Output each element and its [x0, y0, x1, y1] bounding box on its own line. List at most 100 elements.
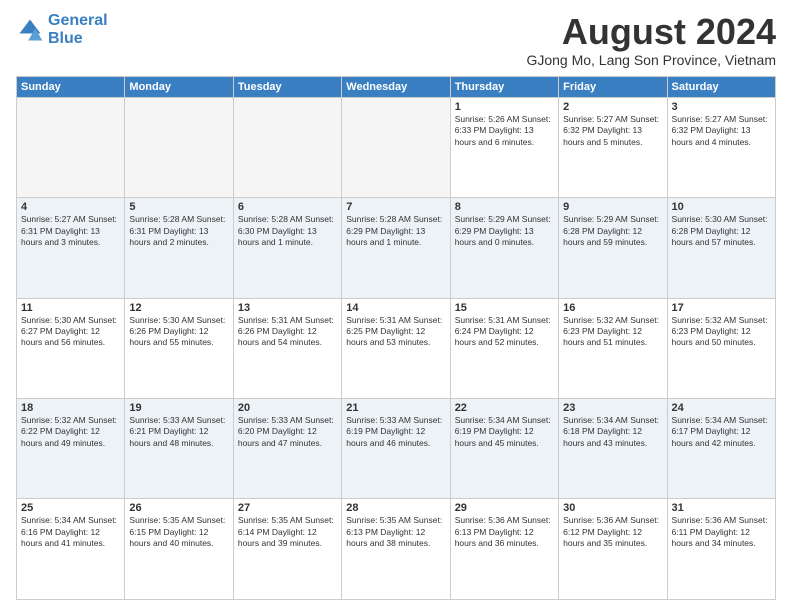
day-number: 24 — [672, 402, 771, 414]
calendar-cell: 20Sunrise: 5:33 AM Sunset: 6:20 PM Dayli… — [233, 399, 341, 499]
day-info: Sunrise: 5:32 AM Sunset: 6:23 PM Dayligh… — [672, 315, 771, 349]
calendar-cell: 12Sunrise: 5:30 AM Sunset: 6:26 PM Dayli… — [125, 298, 233, 398]
main-title: August 2024 — [526, 12, 776, 52]
day-info: Sunrise: 5:31 AM Sunset: 6:25 PM Dayligh… — [346, 315, 445, 349]
day-number: 3 — [672, 101, 771, 113]
calendar-cell: 21Sunrise: 5:33 AM Sunset: 6:19 PM Dayli… — [342, 399, 450, 499]
day-number: 25 — [21, 502, 120, 514]
calendar-cell: 30Sunrise: 5:36 AM Sunset: 6:12 PM Dayli… — [559, 499, 667, 600]
day-info: Sunrise: 5:34 AM Sunset: 6:17 PM Dayligh… — [672, 415, 771, 449]
calendar-cell: 17Sunrise: 5:32 AM Sunset: 6:23 PM Dayli… — [667, 298, 775, 398]
calendar-cell: 28Sunrise: 5:35 AM Sunset: 6:13 PM Dayli… — [342, 499, 450, 600]
day-info: Sunrise: 5:36 AM Sunset: 6:11 PM Dayligh… — [672, 515, 771, 549]
day-number: 18 — [21, 402, 120, 414]
day-number: 27 — [238, 502, 337, 514]
day-info: Sunrise: 5:31 AM Sunset: 6:24 PM Dayligh… — [455, 315, 554, 349]
day-number: 26 — [129, 502, 228, 514]
calendar-week-4: 18Sunrise: 5:32 AM Sunset: 6:22 PM Dayli… — [17, 399, 776, 499]
calendar-cell: 5Sunrise: 5:28 AM Sunset: 6:31 PM Daylig… — [125, 198, 233, 298]
day-number: 14 — [346, 302, 445, 314]
day-info: Sunrise: 5:35 AM Sunset: 6:13 PM Dayligh… — [346, 515, 445, 549]
calendar-cell: 2Sunrise: 5:27 AM Sunset: 6:32 PM Daylig… — [559, 97, 667, 197]
calendar-header-row: SundayMondayTuesdayWednesdayThursdayFrid… — [17, 76, 776, 97]
day-info: Sunrise: 5:33 AM Sunset: 6:21 PM Dayligh… — [129, 415, 228, 449]
logo: General Blue — [16, 12, 108, 47]
day-info: Sunrise: 5:29 AM Sunset: 6:29 PM Dayligh… — [455, 214, 554, 248]
calendar-cell: 6Sunrise: 5:28 AM Sunset: 6:30 PM Daylig… — [233, 198, 341, 298]
day-info: Sunrise: 5:34 AM Sunset: 6:18 PM Dayligh… — [563, 415, 662, 449]
day-number: 5 — [129, 201, 228, 213]
day-info: Sunrise: 5:36 AM Sunset: 6:12 PM Dayligh… — [563, 515, 662, 549]
calendar-cell: 25Sunrise: 5:34 AM Sunset: 6:16 PM Dayli… — [17, 499, 125, 600]
day-number: 17 — [672, 302, 771, 314]
day-number: 12 — [129, 302, 228, 314]
calendar-cell: 9Sunrise: 5:29 AM Sunset: 6:28 PM Daylig… — [559, 198, 667, 298]
day-number: 28 — [346, 502, 445, 514]
day-info: Sunrise: 5:35 AM Sunset: 6:14 PM Dayligh… — [238, 515, 337, 549]
calendar-cell: 10Sunrise: 5:30 AM Sunset: 6:28 PM Dayli… — [667, 198, 775, 298]
day-number: 2 — [563, 101, 662, 113]
day-info: Sunrise: 5:33 AM Sunset: 6:20 PM Dayligh… — [238, 415, 337, 449]
page: General Blue August 2024 GJong Mo, Lang … — [0, 0, 792, 612]
calendar-week-5: 25Sunrise: 5:34 AM Sunset: 6:16 PM Dayli… — [17, 499, 776, 600]
calendar-cell — [17, 97, 125, 197]
logo-icon — [16, 16, 44, 44]
day-info: Sunrise: 5:36 AM Sunset: 6:13 PM Dayligh… — [455, 515, 554, 549]
calendar-header-tuesday: Tuesday — [233, 76, 341, 97]
calendar-cell: 29Sunrise: 5:36 AM Sunset: 6:13 PM Dayli… — [450, 499, 558, 600]
day-info: Sunrise: 5:32 AM Sunset: 6:22 PM Dayligh… — [21, 415, 120, 449]
day-info: Sunrise: 5:27 AM Sunset: 6:31 PM Dayligh… — [21, 214, 120, 248]
day-info: Sunrise: 5:27 AM Sunset: 6:32 PM Dayligh… — [563, 114, 662, 148]
calendar-week-1: 1Sunrise: 5:26 AM Sunset: 6:33 PM Daylig… — [17, 97, 776, 197]
calendar-cell: 11Sunrise: 5:30 AM Sunset: 6:27 PM Dayli… — [17, 298, 125, 398]
day-number: 19 — [129, 402, 228, 414]
calendar-cell — [233, 97, 341, 197]
calendar-cell: 18Sunrise: 5:32 AM Sunset: 6:22 PM Dayli… — [17, 399, 125, 499]
day-info: Sunrise: 5:34 AM Sunset: 6:16 PM Dayligh… — [21, 515, 120, 549]
calendar-cell: 24Sunrise: 5:34 AM Sunset: 6:17 PM Dayli… — [667, 399, 775, 499]
logo-line2: Blue — [48, 30, 83, 47]
day-number: 20 — [238, 402, 337, 414]
calendar-cell: 27Sunrise: 5:35 AM Sunset: 6:14 PM Dayli… — [233, 499, 341, 600]
day-number: 23 — [563, 402, 662, 414]
logo-line1: General — [48, 12, 108, 29]
calendar-cell: 26Sunrise: 5:35 AM Sunset: 6:15 PM Dayli… — [125, 499, 233, 600]
calendar-header-wednesday: Wednesday — [342, 76, 450, 97]
calendar-header-saturday: Saturday — [667, 76, 775, 97]
header: General Blue August 2024 GJong Mo, Lang … — [16, 12, 776, 68]
calendar-cell: 15Sunrise: 5:31 AM Sunset: 6:24 PM Dayli… — [450, 298, 558, 398]
day-info: Sunrise: 5:34 AM Sunset: 6:19 PM Dayligh… — [455, 415, 554, 449]
day-number: 15 — [455, 302, 554, 314]
calendar-table: SundayMondayTuesdayWednesdayThursdayFrid… — [16, 76, 776, 600]
day-number: 8 — [455, 201, 554, 213]
calendar-cell — [125, 97, 233, 197]
calendar-cell: 1Sunrise: 5:26 AM Sunset: 6:33 PM Daylig… — [450, 97, 558, 197]
day-info: Sunrise: 5:28 AM Sunset: 6:30 PM Dayligh… — [238, 214, 337, 248]
day-number: 10 — [672, 201, 771, 213]
day-number: 13 — [238, 302, 337, 314]
title-block: August 2024 GJong Mo, Lang Son Province,… — [526, 12, 776, 68]
calendar-cell: 16Sunrise: 5:32 AM Sunset: 6:23 PM Dayli… — [559, 298, 667, 398]
day-info: Sunrise: 5:30 AM Sunset: 6:27 PM Dayligh… — [21, 315, 120, 349]
calendar-cell: 19Sunrise: 5:33 AM Sunset: 6:21 PM Dayli… — [125, 399, 233, 499]
calendar-cell: 4Sunrise: 5:27 AM Sunset: 6:31 PM Daylig… — [17, 198, 125, 298]
day-number: 31 — [672, 502, 771, 514]
calendar-week-3: 11Sunrise: 5:30 AM Sunset: 6:27 PM Dayli… — [17, 298, 776, 398]
calendar-cell: 7Sunrise: 5:28 AM Sunset: 6:29 PM Daylig… — [342, 198, 450, 298]
calendar-cell: 31Sunrise: 5:36 AM Sunset: 6:11 PM Dayli… — [667, 499, 775, 600]
day-info: Sunrise: 5:30 AM Sunset: 6:28 PM Dayligh… — [672, 214, 771, 248]
day-info: Sunrise: 5:30 AM Sunset: 6:26 PM Dayligh… — [129, 315, 228, 349]
calendar-cell: 23Sunrise: 5:34 AM Sunset: 6:18 PM Dayli… — [559, 399, 667, 499]
day-info: Sunrise: 5:26 AM Sunset: 6:33 PM Dayligh… — [455, 114, 554, 148]
day-info: Sunrise: 5:28 AM Sunset: 6:29 PM Dayligh… — [346, 214, 445, 248]
day-info: Sunrise: 5:27 AM Sunset: 6:32 PM Dayligh… — [672, 114, 771, 148]
day-number: 1 — [455, 101, 554, 113]
day-number: 9 — [563, 201, 662, 213]
day-number: 29 — [455, 502, 554, 514]
day-info: Sunrise: 5:33 AM Sunset: 6:19 PM Dayligh… — [346, 415, 445, 449]
calendar-week-2: 4Sunrise: 5:27 AM Sunset: 6:31 PM Daylig… — [17, 198, 776, 298]
calendar-header-sunday: Sunday — [17, 76, 125, 97]
day-number: 7 — [346, 201, 445, 213]
day-number: 22 — [455, 402, 554, 414]
day-number: 30 — [563, 502, 662, 514]
